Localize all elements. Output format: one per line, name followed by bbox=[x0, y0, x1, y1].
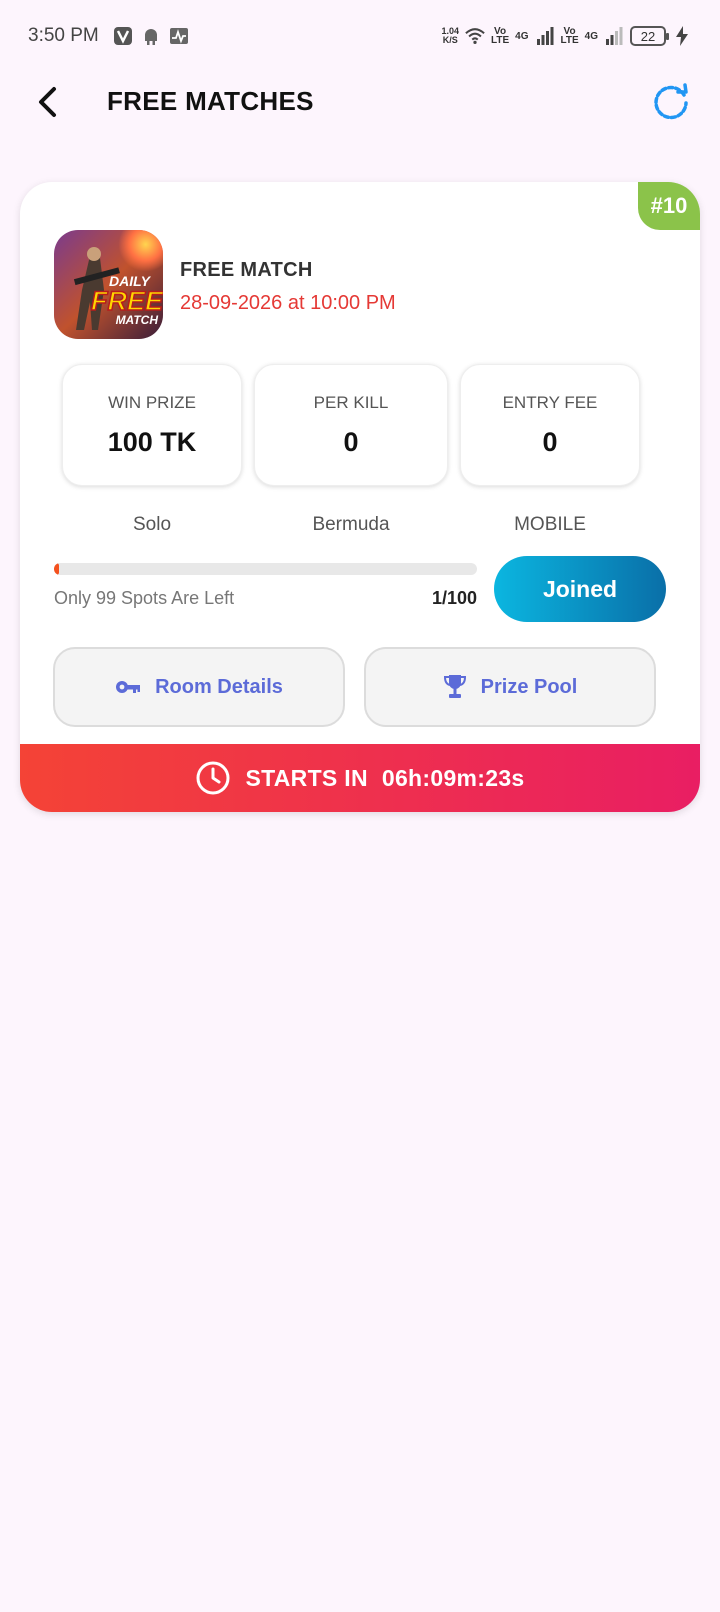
room-details-label: Room Details bbox=[155, 675, 283, 698]
entry-fee-value: 0 bbox=[542, 426, 558, 457]
trophy-icon bbox=[443, 675, 466, 698]
refresh-icon bbox=[654, 83, 688, 120]
match-title: FREE MATCH bbox=[180, 259, 313, 281]
countdown-bar: STARTS IN 06h:09m:23s bbox=[20, 744, 700, 812]
signal-icon bbox=[604, 26, 624, 46]
entry-fee-box: ENTRY FEE 0 bbox=[460, 364, 640, 486]
back-arrow-icon bbox=[39, 87, 56, 117]
spots-left-text: Only 99 Spots Are Left bbox=[54, 588, 235, 608]
refresh-button[interactable] bbox=[650, 82, 692, 124]
signal-icon bbox=[535, 26, 555, 46]
sim2-network: 4G bbox=[584, 30, 598, 42]
match-platform: MOBILE bbox=[514, 514, 586, 535]
match-number-badge: #10 bbox=[638, 182, 700, 230]
room-details-button[interactable]: Room Details bbox=[53, 647, 345, 727]
activity-icon bbox=[169, 26, 189, 46]
win-prize-label: WIN PRIZE bbox=[108, 392, 196, 412]
match-card[interactable]: #10 DAILY FREE MATCH FREE MATCH 28-09-20… bbox=[20, 182, 700, 812]
wifi-icon bbox=[465, 26, 485, 46]
clock-icon bbox=[196, 761, 230, 795]
status-icons-right: 1.04 K/S Vo LTE 4G Vo LTE 4G 22 bbox=[441, 26, 692, 46]
sim2-volte-bottom: LTE bbox=[560, 35, 579, 46]
android-icon bbox=[141, 26, 161, 46]
match-thumbnail: DAILY FREE MATCH bbox=[54, 230, 163, 339]
app-header: FREE MATCHES bbox=[0, 72, 720, 132]
thumb-text-3: MATCH bbox=[116, 313, 159, 327]
sim1-volte: Vo LTE bbox=[491, 27, 510, 46]
net-speed: 1.04 K/S bbox=[441, 27, 459, 45]
per-kill-value: 0 bbox=[343, 426, 359, 457]
sim1-network: 4G bbox=[515, 30, 529, 42]
sim2-volte: Vo LTE bbox=[560, 27, 579, 46]
back-button[interactable] bbox=[30, 84, 66, 120]
status-bar: 3:50 PM 1.04 K/S Vo LTE 4G Vo LTE 4G 22 bbox=[0, 0, 720, 72]
countdown-label: STARTS IN bbox=[245, 764, 368, 791]
per-kill-label: PER KILL bbox=[313, 392, 389, 412]
charging-icon bbox=[672, 26, 692, 46]
net-speed-unit: K/S bbox=[442, 35, 458, 45]
match-datetime: 28-09-2026 at 10:00 PM bbox=[180, 292, 396, 314]
per-kill-box: PER KILL 0 bbox=[254, 364, 448, 486]
battery-icon: 22 bbox=[630, 26, 669, 46]
prize-pool-button[interactable]: Prize Pool bbox=[364, 647, 656, 727]
match-type: Solo bbox=[132, 514, 172, 535]
match-map: Bermuda bbox=[312, 514, 390, 535]
spots-progress-bar bbox=[54, 563, 477, 575]
entry-fee-label: ENTRY FEE bbox=[502, 392, 598, 412]
spots-count: 1/100 bbox=[431, 588, 477, 608]
notification-icons bbox=[113, 26, 189, 46]
page-title: FREE MATCHES bbox=[107, 86, 314, 116]
status-time: 3:50 PM bbox=[28, 25, 99, 46]
prize-pool-label: Prize Pool bbox=[480, 675, 578, 698]
joined-button[interactable]: Joined bbox=[494, 556, 666, 622]
sim1-volte-bottom: LTE bbox=[491, 35, 510, 46]
vivid-app-icon bbox=[113, 26, 133, 46]
win-prize-box: WIN PRIZE 100 TK bbox=[62, 364, 242, 486]
countdown-value: 06h:09m:23s bbox=[381, 764, 525, 791]
spots-progress-fill bbox=[54, 563, 60, 575]
thumb-text-2: FREE bbox=[91, 286, 163, 316]
win-prize-value: 100 TK bbox=[107, 426, 197, 457]
key-icon bbox=[116, 681, 141, 693]
